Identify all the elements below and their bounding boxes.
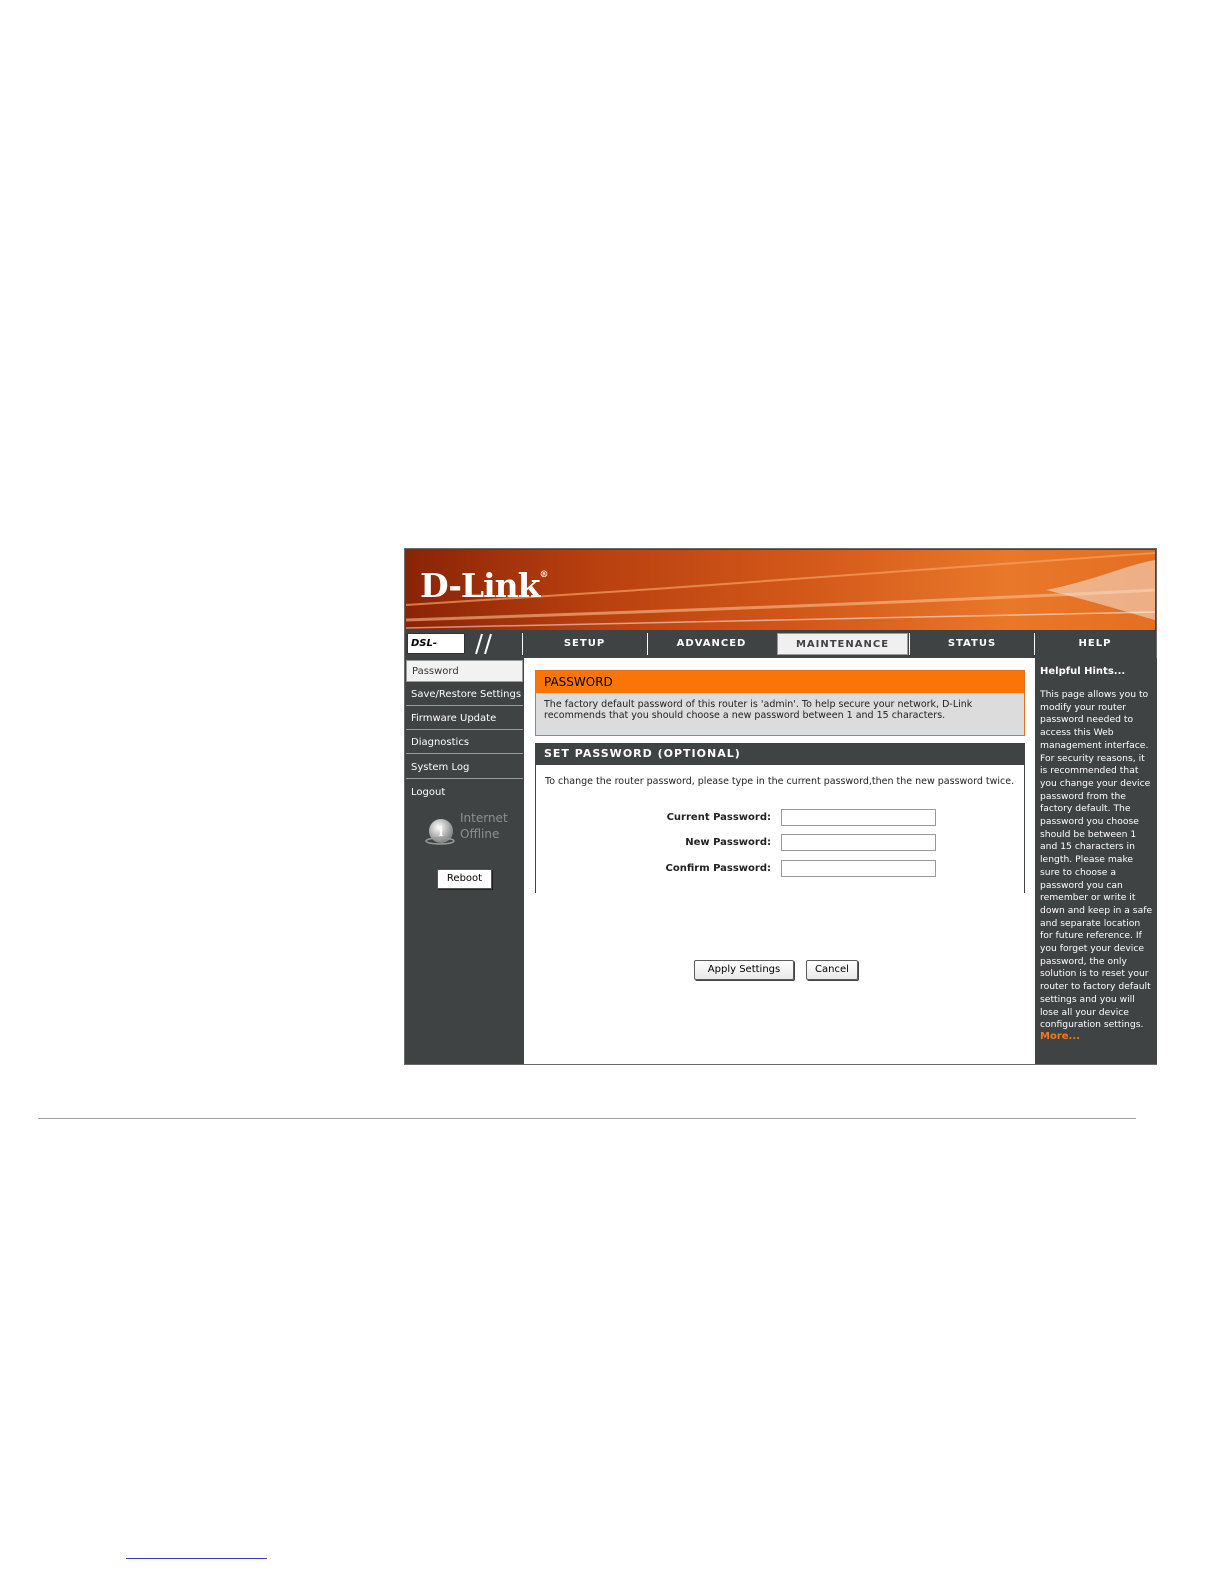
footer-link-underline bbox=[126, 1558, 267, 1559]
tab-setup[interactable]: SETUP bbox=[522, 633, 646, 655]
hints-more-link[interactable]: More... bbox=[1040, 1031, 1080, 1042]
top-nav: DSL-2640R SETUP ADVANCED MAINTENANCE STA… bbox=[406, 632, 1155, 668]
reboot-button[interactable]: Reboot bbox=[437, 869, 492, 889]
tab-advanced[interactable]: ADVANCED bbox=[647, 633, 775, 655]
set-password-description: To change the router password, please ty… bbox=[545, 776, 1015, 787]
sidebar-item-system-log[interactable]: System Log bbox=[406, 757, 523, 779]
model-label: DSL-2640R bbox=[407, 633, 465, 668]
info-icon: i bbox=[425, 819, 455, 845]
sidebar-item-firmware-update[interactable]: Firmware Update bbox=[406, 708, 523, 730]
password-section-title: PASSWORD bbox=[536, 671, 1024, 693]
sidebar-item-save-restore[interactable]: Save/Restore Settings bbox=[406, 684, 523, 706]
main-content: PASSWORD The factory default password of… bbox=[524, 658, 1035, 1064]
sidebar-item-diagnostics[interactable]: Diagnostics bbox=[406, 732, 523, 754]
tab-help[interactable]: HELP bbox=[1034, 633, 1155, 655]
internet-status-line1: Internet bbox=[460, 811, 508, 825]
internet-status-line2: Offline bbox=[460, 827, 500, 841]
hints-body: This page allows you to modify your rout… bbox=[1040, 689, 1153, 1031]
sidebar-item-logout[interactable]: Logout bbox=[406, 782, 523, 804]
confirm-password-label: Confirm Password: bbox=[665, 863, 771, 874]
svg-text:i: i bbox=[439, 825, 444, 840]
sidebar: Password Save/Restore Settings Firmware … bbox=[406, 658, 523, 1064]
hints-title: Helpful Hints... bbox=[1040, 666, 1126, 677]
dlink-banner: D-Link® bbox=[406, 550, 1155, 630]
new-password-label: New Password: bbox=[685, 837, 771, 848]
current-password-label: Current Password: bbox=[666, 812, 771, 823]
password-info-box: PASSWORD The factory default password of… bbox=[535, 670, 1025, 736]
password-section-description: The factory default password of this rou… bbox=[544, 699, 973, 721]
new-password-input[interactable] bbox=[781, 834, 936, 851]
set-password-box: SET PASSWORD (OPTIONAL) To change the ro… bbox=[535, 743, 1025, 893]
current-password-input[interactable] bbox=[781, 809, 936, 826]
set-password-title: SET PASSWORD (OPTIONAL) bbox=[535, 743, 1025, 765]
slash-decoration bbox=[475, 633, 492, 655]
tab-status[interactable]: STATUS bbox=[909, 633, 1034, 655]
tab-maintenance[interactable]: MAINTENANCE bbox=[777, 633, 908, 655]
page-divider bbox=[38, 1118, 1136, 1119]
sidebar-item-password[interactable]: Password bbox=[406, 660, 523, 682]
cancel-button[interactable]: Cancel bbox=[806, 960, 858, 980]
confirm-password-input[interactable] bbox=[781, 860, 936, 877]
router-admin-screenshot: D-Link® DSL-2640R SETUP ADVANCED MAINTEN… bbox=[404, 548, 1157, 1065]
dlink-logo: D-Link® bbox=[420, 566, 549, 605]
apply-settings-button[interactable]: Apply Settings bbox=[694, 960, 794, 980]
internet-status-text: Internet Offline bbox=[460, 810, 508, 842]
helpful-hints-panel: Helpful Hints... This page allows you to… bbox=[1036, 658, 1157, 1064]
internet-status: i Internet Offline bbox=[424, 810, 519, 850]
